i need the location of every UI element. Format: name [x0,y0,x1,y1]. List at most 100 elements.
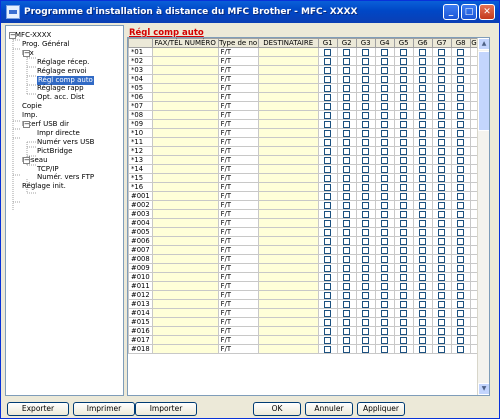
group-checkbox[interactable] [400,327,408,335]
apply-button[interactable]: Appliquer [357,402,405,416]
group-checkbox[interactable] [457,111,465,119]
group-checkbox[interactable] [343,282,351,290]
group-checkbox[interactable] [438,156,446,164]
collapse-icon[interactable]: − [9,32,16,39]
number-type-cell[interactable]: F/T [217,218,259,228]
fax-number-cell[interactable] [151,119,219,129]
group-checkbox[interactable] [362,318,370,326]
group-checkbox[interactable] [438,84,446,92]
group-checkbox[interactable] [400,165,408,173]
group-checkbox[interactable] [362,300,370,308]
group-checkbox[interactable] [419,201,427,209]
group-checkbox[interactable] [381,111,389,119]
group-checkbox[interactable] [438,201,446,209]
group-checkbox[interactable] [362,273,370,281]
group-checkbox[interactable] [438,219,446,227]
recipient-cell[interactable] [257,344,319,354]
group-checkbox[interactable] [419,237,427,245]
group-checkbox[interactable] [324,309,332,317]
recipient-cell[interactable] [257,137,319,147]
group-checkbox[interactable] [324,264,332,272]
number-type-cell[interactable]: F/T [217,92,259,102]
group-checkbox[interactable] [438,309,446,317]
tree-item[interactable]: Réglage rapp [37,84,84,93]
group-checkbox[interactable] [381,129,389,137]
fax-number-cell[interactable] [151,272,219,282]
group-checkbox[interactable] [457,228,465,236]
group-checkbox[interactable] [343,336,351,344]
group-checkbox[interactable] [324,174,332,182]
group-checkbox[interactable] [400,273,408,281]
fax-number-cell[interactable] [151,281,219,291]
fax-number-cell[interactable] [151,299,219,309]
group-checkbox[interactable] [343,210,351,218]
fax-number-cell[interactable] [151,92,219,102]
recipient-cell[interactable] [257,290,319,300]
group-checkbox[interactable] [419,345,427,353]
number-type-cell[interactable]: F/T [217,146,259,156]
group-checkbox[interactable] [457,291,465,299]
group-checkbox[interactable] [457,84,465,92]
group-checkbox[interactable] [457,201,465,209]
collapse-icon[interactable]: − [23,49,30,57]
fax-number-cell[interactable] [151,56,219,66]
group-checkbox[interactable] [419,138,427,146]
group-checkbox[interactable] [400,102,408,110]
group-checkbox[interactable] [381,282,389,290]
group-checkbox[interactable] [419,255,427,263]
group-checkbox[interactable] [400,246,408,254]
group-checkbox[interactable] [362,282,370,290]
group-checkbox[interactable] [324,219,332,227]
group-checkbox[interactable] [457,318,465,326]
group-checkbox[interactable] [324,102,332,110]
group-checkbox[interactable] [362,345,370,353]
group-checkbox[interactable] [419,48,427,56]
group-checkbox[interactable] [419,129,427,137]
group-checkbox[interactable] [343,246,351,254]
recipient-cell[interactable] [257,92,319,102]
group-checkbox[interactable] [381,201,389,209]
tree-item[interactable]: Copie [22,102,42,111]
group-checkbox[interactable] [438,291,446,299]
number-type-cell[interactable]: F/T [217,47,259,57]
group-checkbox[interactable] [438,75,446,83]
group-checkbox[interactable] [400,111,408,119]
fax-number-cell[interactable] [151,128,219,138]
group-checkbox[interactable] [362,255,370,263]
group-checkbox[interactable] [343,228,351,236]
group-checkbox[interactable] [324,210,332,218]
recipient-cell[interactable] [257,83,319,93]
tree-item[interactable]: Imp. [22,111,38,120]
group-checkbox[interactable] [457,210,465,218]
number-type-cell[interactable]: F/T [217,236,259,246]
group-checkbox[interactable] [381,336,389,344]
fax-number-cell[interactable] [151,101,219,111]
title-bar[interactable]: Programme d'installation à distance du M… [1,1,499,23]
group-checkbox[interactable] [343,174,351,182]
group-checkbox[interactable] [343,156,351,164]
group-checkbox[interactable] [381,300,389,308]
group-checkbox[interactable] [343,138,351,146]
group-checkbox[interactable] [457,282,465,290]
group-checkbox[interactable] [438,318,446,326]
group-checkbox[interactable] [400,309,408,317]
group-checkbox[interactable] [400,300,408,308]
tree-item[interactable]: Numér vers USB [37,138,94,147]
group-checkbox[interactable] [400,129,408,137]
group-checkbox[interactable] [457,273,465,281]
group-checkbox[interactable] [457,327,465,335]
group-checkbox[interactable] [419,309,427,317]
group-checkbox[interactable] [400,138,408,146]
group-checkbox[interactable] [381,228,389,236]
group-checkbox[interactable] [324,84,332,92]
group-checkbox[interactable] [457,255,465,263]
group-checkbox[interactable] [400,84,408,92]
group-checkbox[interactable] [381,156,389,164]
group-checkbox[interactable] [343,318,351,326]
group-checkbox[interactable] [324,138,332,146]
group-checkbox[interactable] [381,165,389,173]
group-checkbox[interactable] [381,57,389,65]
group-checkbox[interactable] [381,309,389,317]
group-checkbox[interactable] [438,282,446,290]
group-checkbox[interactable] [381,93,389,101]
